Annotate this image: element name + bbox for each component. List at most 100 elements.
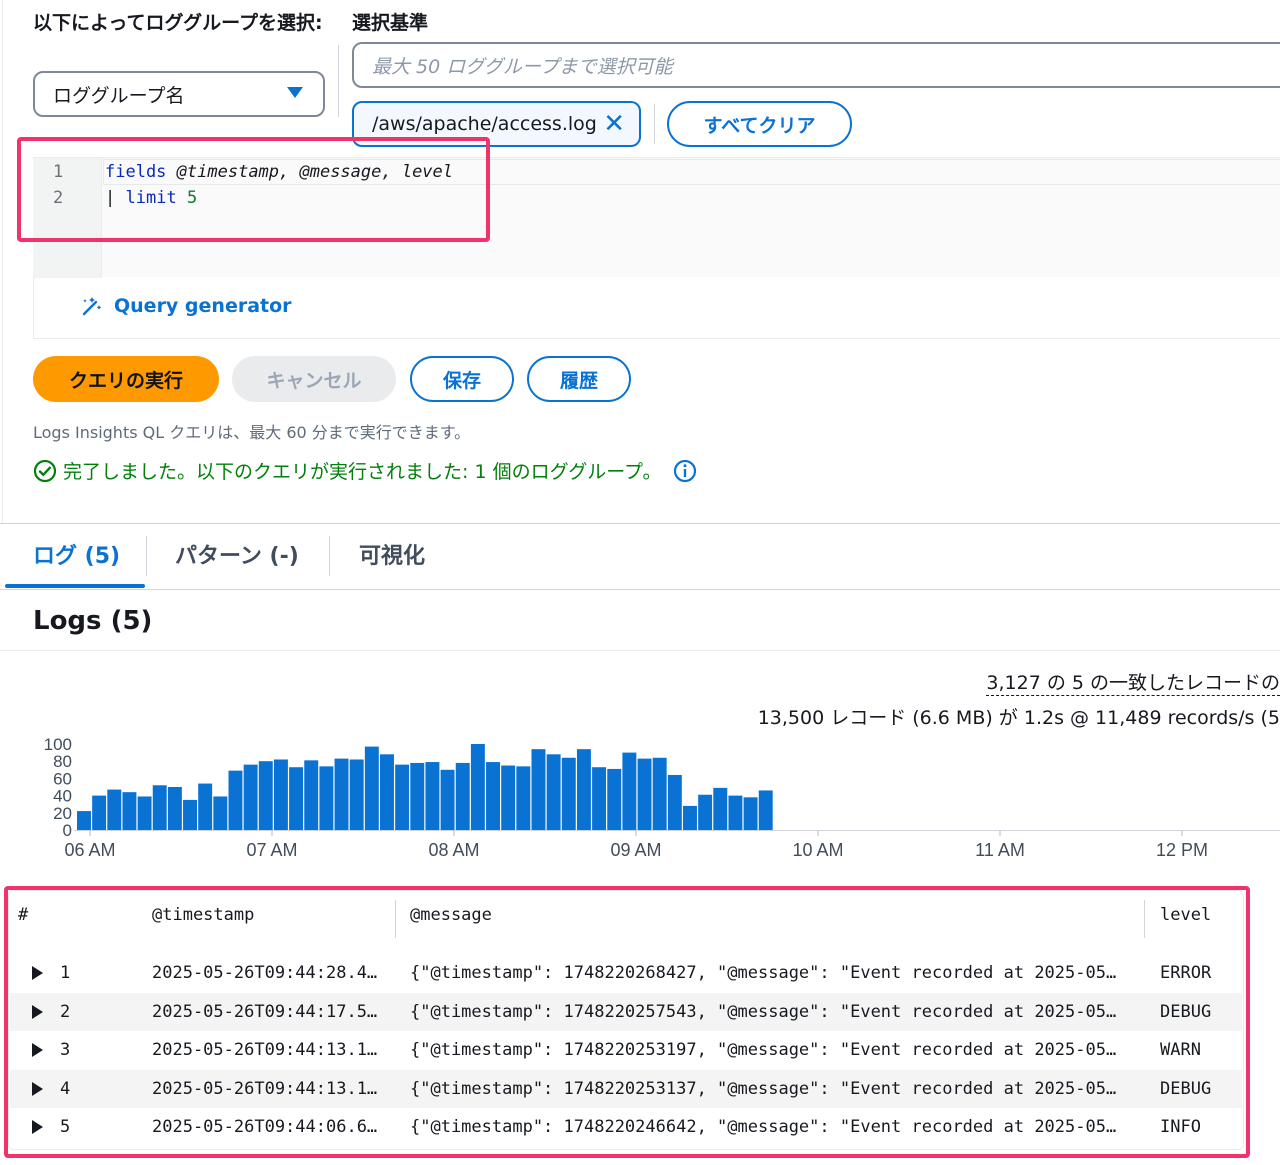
- histogram-bar[interactable]: [622, 752, 637, 830]
- active-tab-indicator: [5, 584, 145, 588]
- column-header-message[interactable]: @message: [410, 905, 492, 925]
- histogram-bar[interactable]: [410, 762, 425, 830]
- panel-left-border: [2, 0, 3, 523]
- row-index: 5: [60, 1117, 71, 1137]
- histogram-bar[interactable]: [198, 783, 213, 830]
- column-divider[interactable]: [395, 900, 396, 938]
- histogram-bar[interactable]: [592, 767, 607, 830]
- close-icon[interactable]: ✕: [603, 110, 625, 138]
- search-placeholder: 最大 50 ロググループまで選択可能: [372, 55, 673, 78]
- histogram-bar[interactable]: [470, 744, 485, 830]
- expand-row-icon[interactable]: [32, 1082, 43, 1096]
- tab-visualization[interactable]: 可視化: [359, 538, 425, 570]
- expand-row-icon[interactable]: [32, 1005, 43, 1019]
- x-tick-label: 07 AM: [246, 840, 297, 860]
- history-button[interactable]: 履歴: [527, 356, 631, 402]
- histogram-bar[interactable]: [289, 767, 304, 830]
- histogram-bar[interactable]: [364, 746, 379, 830]
- histogram-bar[interactable]: [531, 749, 546, 830]
- status-text: 完了しました。以下のクエリが実行されました: 1 個のロググループ。: [63, 461, 662, 483]
- histogram-bar[interactable]: [380, 754, 394, 830]
- histogram-bar[interactable]: [228, 770, 243, 830]
- histogram-bar[interactable]: [667, 774, 682, 830]
- line-number-1: 1: [53, 162, 64, 182]
- histogram-bar[interactable]: [304, 760, 319, 830]
- selection-criteria-label: 選択基準: [352, 12, 429, 34]
- histogram-bar[interactable]: [743, 797, 758, 830]
- log-group-search-input[interactable]: 最大 50 ロググループまで選択可能: [352, 42, 1280, 88]
- histogram-bar[interactable]: [425, 762, 440, 830]
- histogram-bar[interactable]: [167, 787, 182, 830]
- row-index: 2: [60, 1002, 71, 1022]
- row-index: 3: [60, 1040, 71, 1060]
- histogram-bar[interactable]: [77, 811, 91, 830]
- histogram-bar[interactable]: [92, 795, 107, 830]
- histogram-bar[interactable]: [183, 799, 197, 830]
- histogram-bar[interactable]: [501, 765, 516, 831]
- histogram-bar[interactable]: [486, 762, 500, 830]
- query-generator-link[interactable]: Query generator: [80, 294, 292, 318]
- column-divider[interactable]: [1144, 900, 1145, 938]
- row-timestamp: 2025-05-26T09:44:28.4…: [152, 963, 378, 983]
- histogram-bar[interactable]: [576, 749, 591, 830]
- select-by-label: 以下によってロググループを選択:: [33, 12, 323, 34]
- y-tick-label: 100: [44, 735, 72, 754]
- histogram-bar[interactable]: [243, 764, 258, 830]
- histogram-bar[interactable]: [122, 792, 137, 830]
- histogram-bar[interactable]: [273, 759, 288, 830]
- histogram-bar[interactable]: [137, 796, 152, 830]
- histogram-bar[interactable]: [213, 796, 228, 830]
- histogram-bar[interactable]: [758, 790, 773, 830]
- log-group-type-select[interactable]: ロググループ名: [33, 71, 325, 117]
- histogram-bar[interactable]: [713, 787, 728, 830]
- logs-title: Logs (5): [33, 606, 153, 636]
- y-tick-label: 80: [53, 752, 72, 771]
- histogram-bar[interactable]: [107, 789, 122, 830]
- histogram-bar[interactable]: [349, 759, 364, 830]
- query-editor[interactable]: 1 2 fields @timestamp, @message, level |…: [33, 157, 1280, 278]
- y-tick-label: 40: [53, 787, 72, 806]
- column-header-level[interactable]: level: [1160, 905, 1211, 925]
- histogram-bar[interactable]: [637, 758, 652, 830]
- code-keyword-fields: fields: [105, 162, 167, 182]
- row-message: {"@timestamp": 1748220253197, "@message"…: [410, 1040, 1117, 1060]
- records-matched-summary: 3,127 の 5 の一致したレコードの: [986, 668, 1280, 696]
- table-row[interactable]: 2 2025-05-26T09:44:17.5… {"@timestamp": …: [10, 993, 1242, 1031]
- clear-all-button[interactable]: すべてクリア: [667, 101, 852, 147]
- histogram-bar[interactable]: [546, 754, 561, 830]
- histogram-bar[interactable]: [440, 769, 455, 830]
- histogram-bar[interactable]: [728, 795, 743, 830]
- histogram-bar[interactable]: [395, 764, 410, 830]
- histogram-bar[interactable]: [698, 794, 713, 830]
- histogram-bar[interactable]: [258, 761, 273, 830]
- table-row[interactable]: 3 2025-05-26T09:44:13.1… {"@timestamp": …: [10, 1031, 1242, 1069]
- save-button[interactable]: 保存: [410, 356, 514, 402]
- histogram-bar[interactable]: [561, 757, 576, 830]
- token-divider: [654, 104, 655, 144]
- expand-row-icon[interactable]: [32, 1043, 43, 1057]
- histogram-bar[interactable]: [683, 805, 697, 830]
- expand-row-icon[interactable]: [32, 1120, 43, 1134]
- histogram-bar[interactable]: [334, 758, 349, 830]
- row-timestamp: 2025-05-26T09:44:13.1…: [152, 1040, 378, 1060]
- table-row[interactable]: 5 2025-05-26T09:44:06.6… {"@timestamp": …: [10, 1108, 1242, 1146]
- cancel-button[interactable]: キャンセル: [232, 356, 396, 402]
- run-query-button[interactable]: クエリの実行: [33, 356, 219, 402]
- histogram-bar[interactable]: [319, 766, 334, 830]
- log-histogram-chart: 10080604020006 AM 07 AM 08 AM 09 AM 10 AM 11 …: [44, 735, 1280, 860]
- histogram-bar[interactable]: [455, 762, 470, 830]
- row-timestamp: 2025-05-26T09:44:06.6…: [152, 1117, 378, 1137]
- info-icon[interactable]: [673, 459, 697, 483]
- table-row[interactable]: 1 2025-05-26T09:44:28.4… {"@timestamp": …: [10, 954, 1242, 992]
- table-row[interactable]: 4 2025-05-26T09:44:13.1… {"@timestamp": …: [10, 1070, 1242, 1108]
- magic-wand-icon: [82, 297, 102, 316]
- histogram-bar[interactable]: [607, 768, 622, 830]
- histogram-bar[interactable]: [652, 757, 667, 830]
- expand-row-icon[interactable]: [32, 966, 43, 980]
- row-timestamp: 2025-05-26T09:44:13.1…: [152, 1079, 378, 1099]
- tab-patterns[interactable]: パターン (-): [175, 538, 299, 570]
- column-header-timestamp[interactable]: @timestamp: [152, 905, 254, 925]
- histogram-bar[interactable]: [152, 785, 167, 830]
- histogram-bar[interactable]: [516, 766, 531, 830]
- tab-logs[interactable]: ログ (5): [33, 538, 120, 570]
